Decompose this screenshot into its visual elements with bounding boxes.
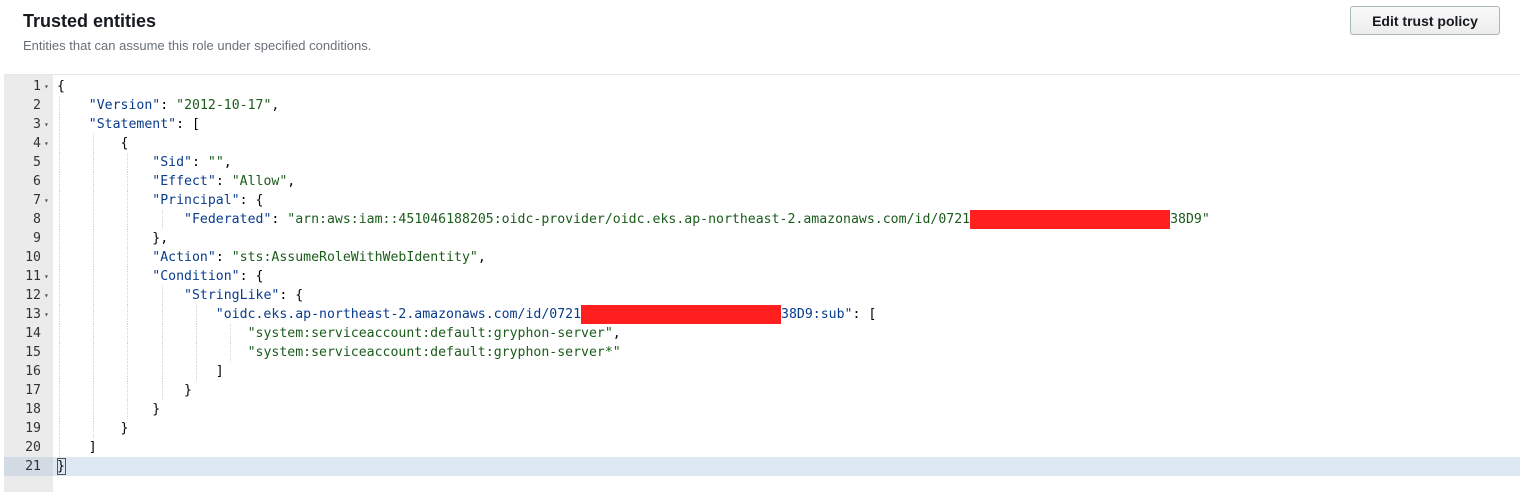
code-content: {	[57, 134, 129, 153]
fold-toggle-icon[interactable]: ▾	[44, 115, 49, 134]
json-punctuation: {	[120, 136, 129, 151]
redaction-block	[970, 210, 1171, 229]
line-number: 11	[25, 269, 41, 284]
panel-title: Trusted entities	[23, 11, 157, 31]
line-number: 9	[33, 231, 41, 246]
json-key: "Sid"	[152, 155, 192, 170]
json-key: "Action"	[152, 250, 216, 265]
fold-toggle-icon[interactable]: ▾	[44, 77, 49, 96]
json-punctuation: ]	[215, 364, 224, 379]
code-content: "Federated": "arn:aws:iam::451046188205:…	[57, 210, 1210, 229]
json-punctuation: },	[152, 231, 169, 246]
json-key: "oidc.eks.ap-northeast-2.amazonaws.com/i…	[215, 307, 582, 322]
code-content: ]	[57, 362, 224, 381]
json-punctuation: : {	[279, 288, 304, 303]
line-number: 14	[25, 326, 41, 341]
json-key: "Statement"	[88, 117, 177, 132]
fold-toggle-icon[interactable]: ▾	[44, 286, 49, 305]
code-content: }	[57, 419, 129, 438]
panel-header: Trusted entities Entities that can assum…	[0, 0, 1520, 74]
line-number: 2	[33, 98, 41, 113]
edit-trust-policy-button[interactable]: Edit trust policy	[1350, 6, 1500, 35]
json-punctuation: : [	[852, 307, 877, 322]
json-punctuation: : [	[176, 117, 200, 132]
json-key: "Principal"	[152, 193, 240, 208]
line-number: 7	[33, 193, 41, 208]
line-number: 13	[25, 307, 41, 322]
code-content: "Effect": "Allow",	[57, 172, 295, 191]
line-number: 21	[25, 459, 41, 474]
line-number: 16	[25, 364, 41, 379]
code-content: "Condition": {	[57, 267, 263, 286]
line-number: 15	[25, 345, 41, 360]
json-string: ""	[207, 155, 224, 170]
policy-code-editor[interactable]: 1 ▾{2 "Version": "2012-10-17", 3 ▾ "Stateme…	[4, 74, 1520, 492]
json-punctuation: ,	[612, 326, 621, 341]
line-number: 5	[33, 155, 41, 170]
json-key: "StringLike"	[184, 288, 280, 303]
json-punctuation: ,	[271, 98, 280, 113]
code-content: },	[57, 229, 168, 248]
json-punctuation: :	[215, 174, 232, 189]
json-punctuation: ,	[477, 250, 486, 265]
json-punctuation: ]	[88, 440, 97, 455]
code-content: "StringLike": {	[57, 286, 303, 305]
json-punctuation: : {	[239, 193, 264, 208]
json-key: 38D9:sub"	[781, 307, 853, 322]
json-punctuation: :	[191, 155, 208, 170]
fold-toggle-icon[interactable]: ▾	[44, 134, 49, 153]
code-content: "Sid": "",	[57, 153, 232, 172]
code-content: "system:serviceaccount:default:gryphon-s…	[57, 343, 621, 362]
json-key: "Condition"	[152, 269, 240, 284]
line-number: 19	[25, 421, 41, 436]
line-number: 8	[33, 212, 41, 227]
text-cursor	[57, 458, 66, 475]
code-content: }	[57, 400, 160, 419]
json-punctuation: }	[152, 402, 161, 417]
line-number: 3	[33, 117, 41, 132]
code-content: "oidc.eks.ap-northeast-2.amazonaws.com/i…	[57, 305, 876, 324]
json-punctuation: : {	[239, 269, 264, 284]
line-number: 18	[25, 402, 41, 417]
json-string: "Allow"	[231, 174, 288, 189]
fold-toggle-icon[interactable]: ▾	[44, 305, 49, 324]
json-punctuation: ,	[287, 174, 296, 189]
line-number: 6	[33, 174, 41, 189]
active-line-highlight	[4, 457, 1520, 476]
json-punctuation: {	[57, 79, 65, 94]
json-punctuation: :	[271, 212, 288, 227]
fold-toggle-icon[interactable]: ▾	[44, 267, 49, 286]
line-number: 12	[25, 288, 41, 303]
line-number: 17	[25, 383, 41, 398]
redaction-block	[581, 305, 782, 324]
json-string: "system:serviceaccount:default:gryphon-s…	[247, 345, 621, 360]
json-string: "2012-10-17"	[176, 98, 272, 113]
code-content: ]	[57, 438, 97, 457]
json-key: "Version"	[88, 98, 161, 113]
json-punctuation: :	[160, 98, 177, 113]
json-key: "Effect"	[152, 174, 216, 189]
json-string: "sts:AssumeRoleWithWebIdentity"	[231, 250, 478, 265]
code-content: "Statement": [	[57, 115, 200, 134]
code-content: "Principal": {	[57, 191, 263, 210]
json-key: "Federated"	[184, 212, 272, 227]
line-number: 20	[25, 440, 41, 455]
json-punctuation: }	[120, 421, 129, 436]
json-punctuation: :	[215, 250, 232, 265]
line-number: 10	[25, 250, 41, 265]
json-string: "system:serviceaccount:default:gryphon-s…	[247, 326, 613, 341]
json-string: 38D9"	[1170, 212, 1210, 227]
code-content: }	[57, 381, 192, 400]
panel-subtitle: Entities that can assume this role under…	[23, 38, 372, 53]
code-content: {	[57, 77, 65, 96]
code-content: "system:serviceaccount:default:gryphon-s…	[57, 324, 621, 343]
json-string: "arn:aws:iam::451046188205:oidc-provider…	[287, 212, 971, 227]
line-number: 4	[33, 136, 41, 151]
fold-toggle-icon[interactable]: ▾	[44, 191, 49, 210]
code-content: "Version": "2012-10-17",	[57, 96, 280, 115]
code-content: "Action": "sts:AssumeRoleWithWebIdentity…	[57, 248, 486, 267]
json-punctuation: ,	[223, 155, 232, 170]
json-punctuation: }	[184, 383, 192, 398]
line-number: 1	[33, 79, 41, 94]
